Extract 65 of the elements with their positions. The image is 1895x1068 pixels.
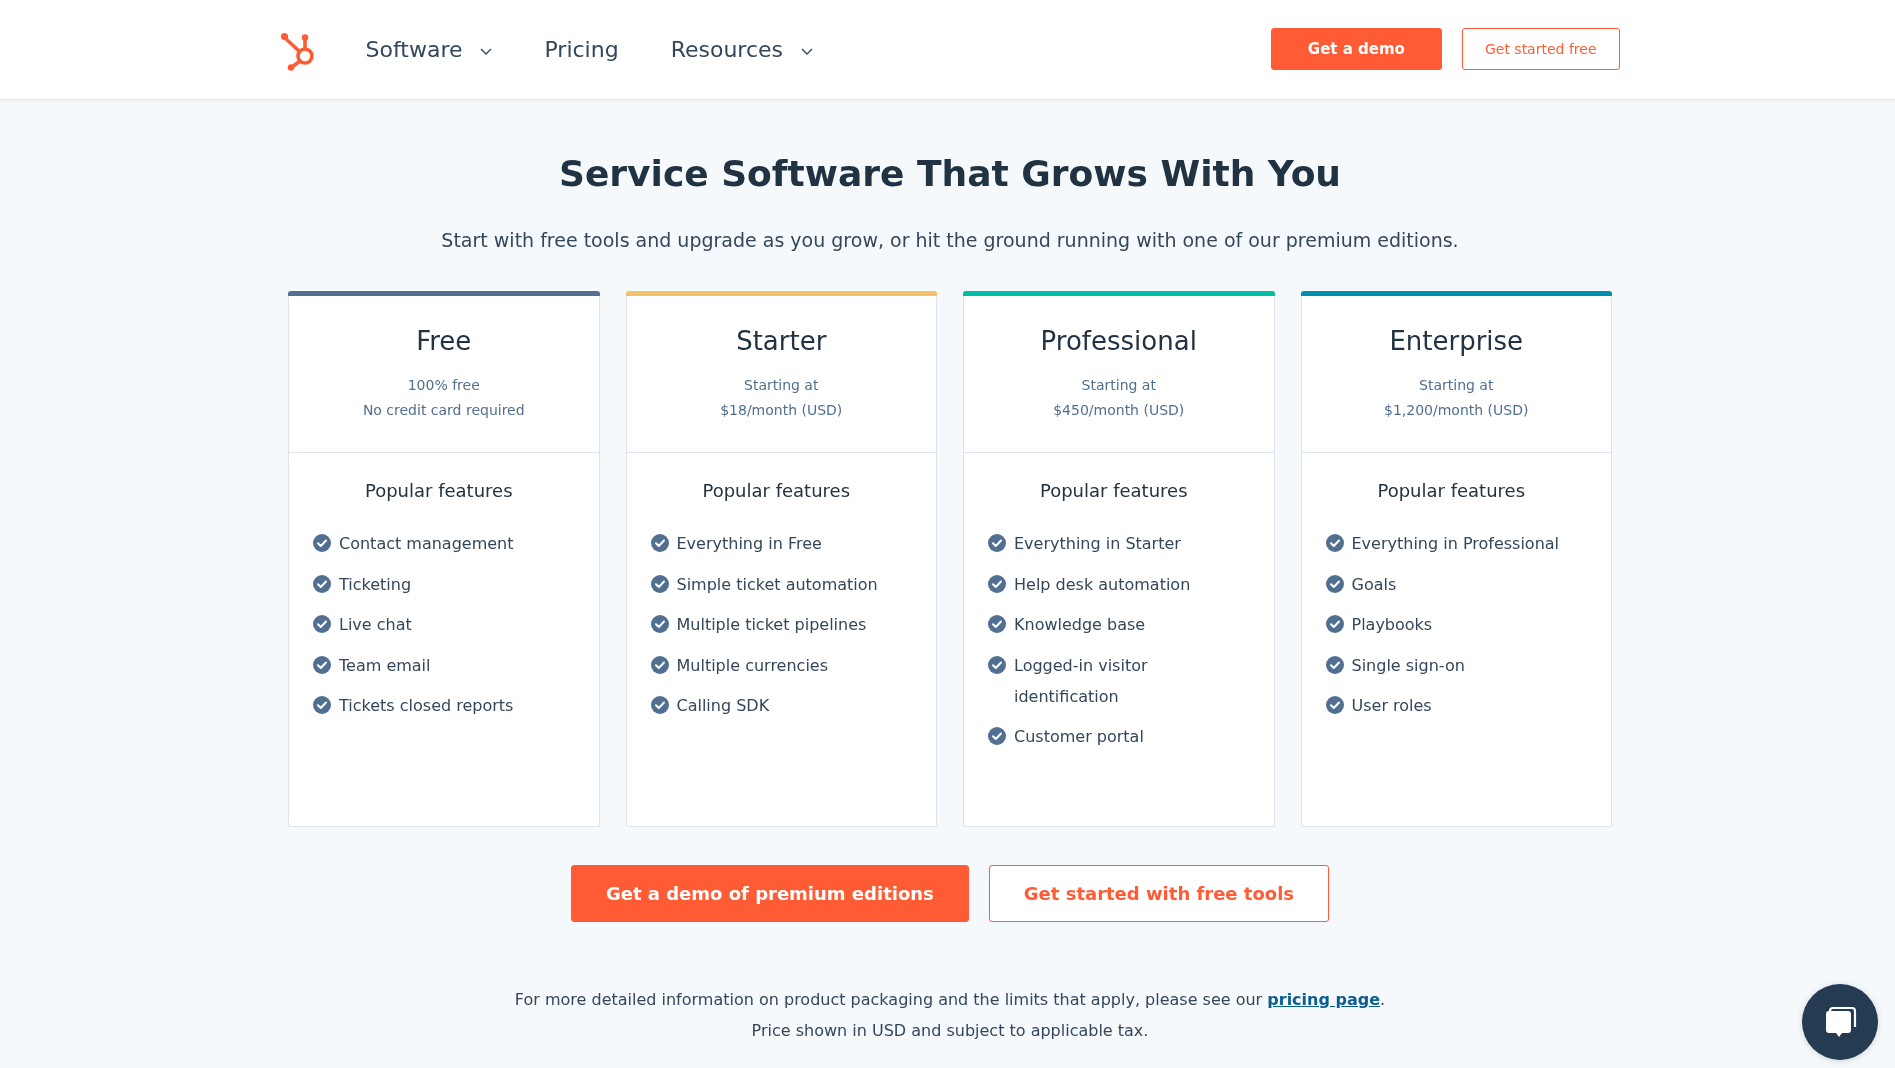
feature-text: User roles	[1351, 695, 1432, 717]
check-circle-icon	[650, 615, 669, 633]
feature-text: Team email	[339, 654, 431, 677]
check-circle-icon	[1325, 655, 1344, 674]
feature-text: Simple ticket automation	[676, 573, 878, 596]
check-circle-icon	[988, 574, 1006, 593]
check-circle-icon	[1325, 615, 1344, 633]
page-title: Service Software That Grows With You	[559, 152, 1341, 196]
feature-text: Goals	[1351, 573, 1397, 596]
check-circle-icon	[1325, 534, 1344, 552]
feature-text: Knowledge base	[1014, 614, 1146, 636]
check-circle-icon	[313, 655, 331, 674]
feature-text: Help desk automation	[1014, 573, 1191, 596]
features-heading: Popular features	[1376, 479, 1527, 503]
plan-name: Free	[415, 325, 473, 358]
plan-price-text: 100% free	[406, 376, 481, 395]
check-circle-icon	[988, 534, 1006, 552]
check-circle-icon	[650, 574, 669, 593]
check-circle-icon	[1325, 574, 1344, 593]
feature-text: Single sign-on	[1351, 654, 1465, 677]
tax-note: Price shown in USD and subject to applicable tax.	[751, 1019, 1149, 1042]
feature-text: Everything in Free	[676, 533, 822, 555]
check-circle-icon	[313, 696, 331, 714]
check-circle-icon	[988, 615, 1006, 633]
chat-bubble-icon[interactable]	[1802, 984, 1878, 1060]
features-heading: Popular features	[363, 479, 514, 503]
check-circle-icon	[313, 574, 331, 593]
feature-text: Ticketing	[339, 573, 412, 596]
check-circle-icon	[988, 655, 1006, 674]
check-circle-icon	[650, 655, 669, 674]
check-circle-icon	[313, 534, 331, 552]
plan-price-text: No credit card required	[361, 401, 526, 420]
packaging-note: For more detailed information on product packaging and the limits that apply, please see our pricing page.	[514, 988, 1386, 1011]
nav-link[interactable]: Pricing	[544, 37, 619, 62]
page-subtitle: Start with free tools and upgrade as you grow, or hit the ground running with one of our premium editions.	[441, 228, 1459, 253]
plan-price-text: $18/month (USD)	[719, 401, 844, 420]
check-circle-icon	[650, 534, 669, 552]
pricing-page-link[interactable]: pricing page	[1267, 989, 1381, 1009]
features-heading: Popular features	[1038, 479, 1189, 503]
plan-price-text: $450/month (USD)	[1052, 401, 1186, 420]
plan-name: Starter	[735, 325, 828, 358]
plan-price-text: $1,200/month (USD)	[1383, 401, 1530, 420]
feature-text: Everything in Starter	[1014, 533, 1181, 555]
feature-text: Logged-in visitor identification	[1014, 654, 1149, 708]
plan-price-text: Starting at	[743, 376, 820, 395]
features-heading: Popular features	[701, 479, 852, 503]
plan-name: Professional	[1039, 325, 1198, 358]
feature-text: Multiple currencies	[676, 654, 828, 677]
check-circle-icon	[650, 696, 669, 714]
feature-text: Contact management	[339, 533, 514, 555]
check-circle-icon	[1325, 696, 1344, 714]
feature-text: Multiple ticket pipelines	[676, 614, 867, 636]
feature-text: Everything in Professional	[1351, 533, 1560, 555]
feature-text: Live chat	[339, 614, 412, 636]
nav-link[interactable]: Software	[365, 37, 493, 62]
plan-name: Enterprise	[1388, 325, 1525, 358]
feature-text: Customer portal	[1014, 726, 1144, 748]
plan-price-text: Starting at	[1418, 376, 1495, 395]
plan-price-text: Starting at	[1080, 376, 1157, 395]
check-circle-icon	[313, 615, 331, 633]
nav-link[interactable]: Resources	[670, 37, 813, 62]
feature-text: Calling SDK	[676, 695, 770, 717]
feature-text: Tickets closed reports	[339, 695, 514, 717]
feature-text: Playbooks	[1351, 614, 1433, 636]
check-circle-icon	[988, 727, 1006, 745]
